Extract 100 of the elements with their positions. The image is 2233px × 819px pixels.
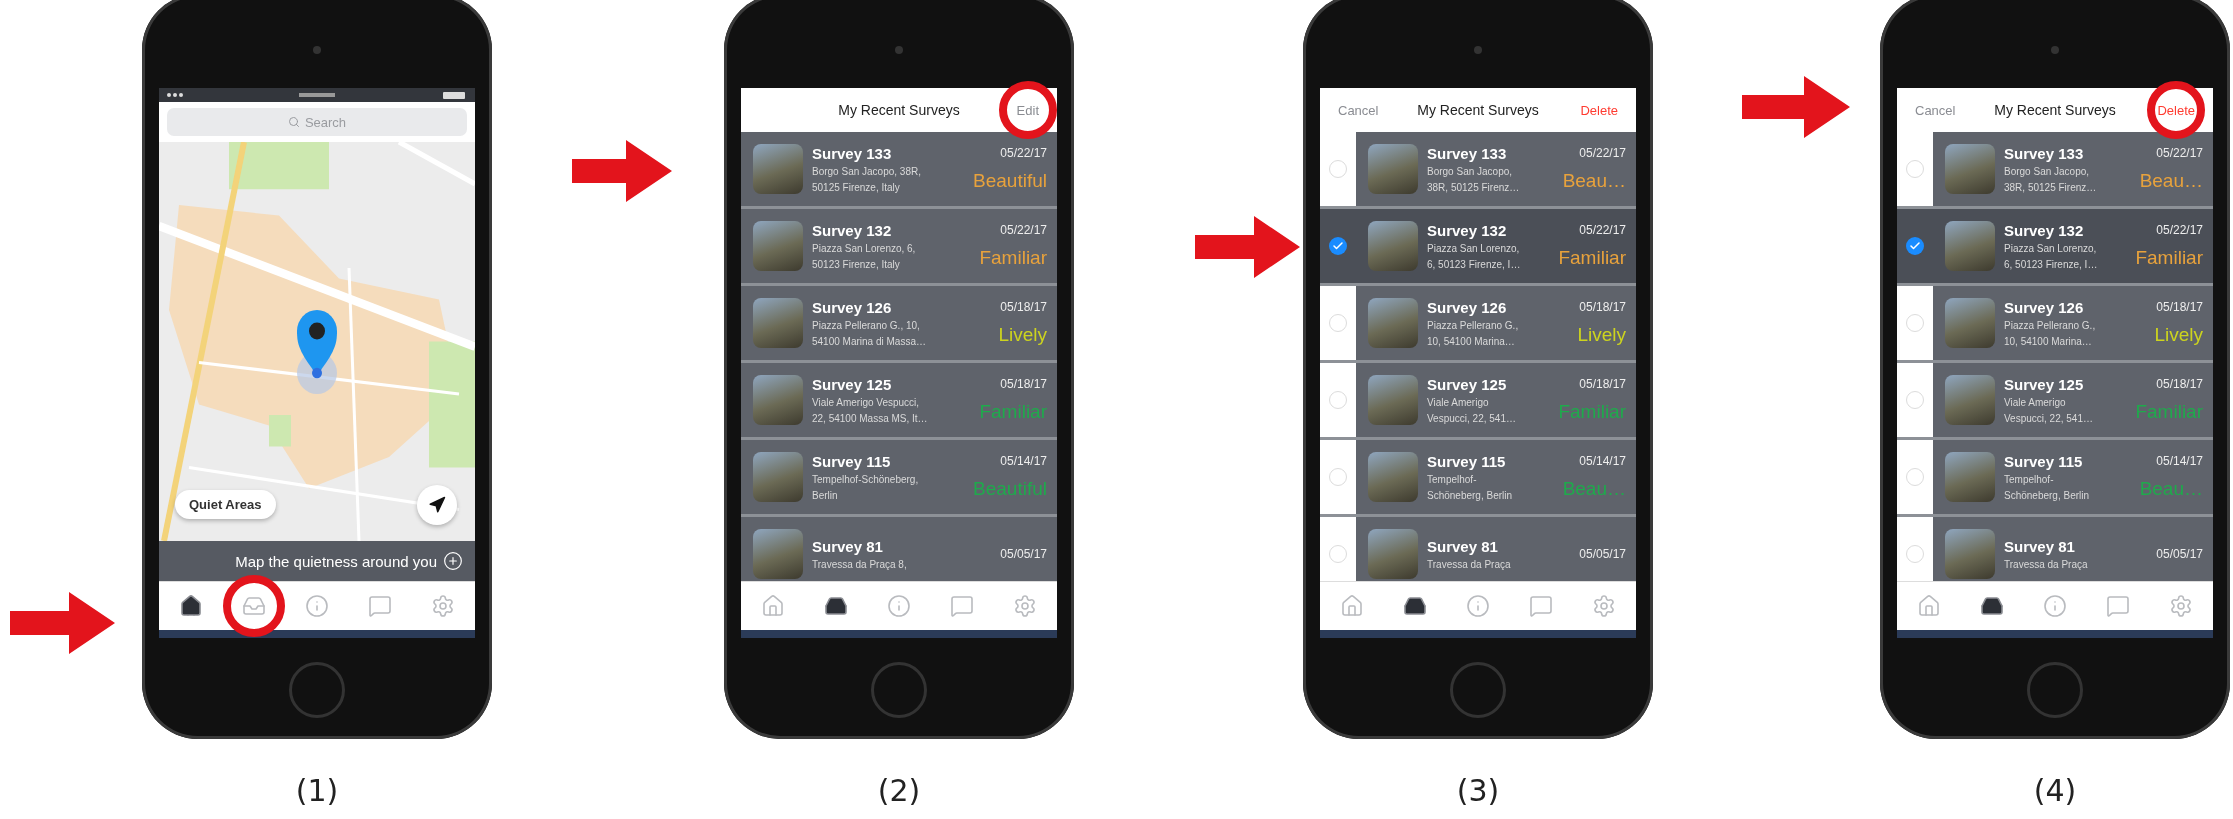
- survey-address: 6, 50123 Firenze, I…: [2004, 257, 2099, 271]
- survey-title: Survey 115: [2004, 452, 2084, 470]
- survey-row[interactable]: Survey 126 Piazza Pellerano G., 10, 54100 Marina… 05/18/17 Lively: [1320, 286, 1636, 363]
- navigation-arrow-icon: [428, 496, 446, 514]
- photo-placeholder: [753, 144, 803, 194]
- photo-placeholder: [1945, 221, 1995, 271]
- survey-address: 38R, 50125 Firenz…: [1427, 180, 1521, 194]
- tray-icon: [1402, 594, 1427, 618]
- photo-placeholder: [1368, 221, 1418, 271]
- photo-placeholder: [753, 452, 803, 502]
- survey-date: 05/05/17: [1579, 547, 1626, 561]
- survey-date: 05/14/17: [2156, 454, 2203, 468]
- survey-title: Survey 126: [812, 298, 893, 316]
- photo-placeholder: [1368, 298, 1418, 348]
- survey-address: Vespucci, 22, 541…: [1427, 411, 1517, 425]
- settings-icon: [431, 594, 456, 618]
- survey-date: 05/22/17: [1000, 223, 1047, 237]
- survey-date: 05/14/17: [1000, 454, 1047, 468]
- edit-button[interactable]: Edit: [1006, 98, 1049, 122]
- home-button[interactable]: [871, 662, 927, 718]
- survey-address: 38R, 50125 Firenz…: [2004, 180, 2098, 194]
- photo-placeholder: [753, 298, 803, 348]
- survey-date: 05/22/17: [2156, 223, 2203, 237]
- survey-date: 05/05/17: [1000, 547, 1047, 561]
- survey-row[interactable]: Survey 132 Piazza San Lorenzo, 6, 50123 Firenze, I… 05/22/17 Familiar: [1897, 209, 2213, 286]
- photo-placeholder: [753, 221, 803, 271]
- phone-camera: [1474, 46, 1482, 54]
- survey-address: Borgo San Jacopo, 38R,: [812, 164, 922, 178]
- select-radio[interactable]: [1906, 237, 1924, 255]
- survey-address: Piazza San Lorenzo,: [1427, 241, 1521, 255]
- survey-date: 05/18/17: [2156, 300, 2203, 314]
- survey-date: 05/22/17: [1579, 146, 1626, 160]
- home-icon: [1916, 594, 1941, 618]
- survey-row[interactable]: Survey 126 Piazza Pellerano G., 10, 54100 Marina… 05/18/17 Lively: [1897, 286, 2213, 363]
- banner-text: Map the quietness around you: [235, 552, 437, 570]
- phone-camera: [313, 46, 321, 54]
- home-icon: [760, 594, 785, 618]
- survey-address: Vespucci, 22, 541…: [2004, 411, 2094, 425]
- figure-caption: (4): [2033, 773, 2077, 808]
- delete-button[interactable]: Delete: [1570, 98, 1628, 122]
- survey-address: Tempelhof-: [1427, 472, 1478, 486]
- survey-address: Travessa da Praça: [1427, 557, 1512, 571]
- photo-placeholder: [1368, 375, 1418, 425]
- tray-icon: [241, 594, 266, 618]
- survey-rating: Lively: [1577, 324, 1626, 346]
- cancel-button[interactable]: Cancel: [1328, 98, 1389, 122]
- survey-rating: Familiar: [1558, 401, 1626, 423]
- survey-date: 05/18/17: [1000, 300, 1047, 314]
- phone-camera: [895, 46, 903, 54]
- figure-caption: (3): [1456, 773, 1500, 808]
- settings-icon: [1013, 594, 1038, 618]
- survey-rating: Beau…: [1562, 478, 1626, 500]
- survey-rating: Beautiful: [973, 170, 1047, 192]
- delete-button[interactable]: Delete: [2147, 98, 2205, 122]
- survey-title: Survey 132: [2004, 221, 2085, 239]
- survey-date: 05/18/17: [2156, 377, 2203, 391]
- survey-title: Survey 115: [812, 452, 892, 470]
- survey-address: 6, 50123 Firenze, I…: [1427, 257, 1522, 271]
- cancel-button[interactable]: Cancel: [1905, 98, 1966, 122]
- search-placeholder: Search: [304, 114, 347, 130]
- survey-title: Survey 133: [2004, 144, 2085, 162]
- survey-row[interactable]: Survey 115 Tempelhof- Schöneberg, Berlin 05/14/17 Beau…: [1320, 440, 1636, 517]
- screen-title: My Recent Surveys: [1994, 102, 2116, 118]
- tray-icon: [823, 594, 848, 618]
- survey-date: 05/22/17: [2156, 146, 2203, 160]
- survey-title: Survey 132: [1427, 221, 1508, 239]
- screen-title: My Recent Surveys: [838, 102, 960, 118]
- survey-row[interactable]: Survey 133 Borgo San Jacopo, 38R, 50125 Firenz… 05/22/17 Beau…: [1320, 132, 1636, 209]
- survey-address: 54100 Marina di Massa…: [812, 334, 927, 348]
- survey-address: Travessa da Praça 8,: [812, 557, 908, 571]
- survey-address: Viale Amerigo: [1427, 395, 1490, 409]
- photo-placeholder: [1945, 144, 1995, 194]
- plus-icon[interactable]: [443, 551, 463, 571]
- survey-title: Survey 115: [1427, 452, 1507, 470]
- home-button[interactable]: [1450, 662, 1506, 718]
- filter-button[interactable]: Quiet Areas: [175, 490, 276, 519]
- search-icon: [287, 116, 300, 128]
- photo-placeholder: [753, 529, 803, 579]
- home-button[interactable]: [2027, 662, 2083, 718]
- check-icon: [1909, 240, 1921, 252]
- survey-address: Tempelhof-: [2004, 472, 2055, 486]
- survey-address: Piazza Pellerano G.,: [1427, 318, 1520, 332]
- survey-address: Viale Amerigo: [2004, 395, 2067, 409]
- survey-row[interactable]: Survey 132 Piazza San Lorenzo, 6, 50123 Firenze, I… 05/22/17 Familiar: [1320, 209, 1636, 286]
- select-radio[interactable]: [1329, 237, 1347, 255]
- home-button[interactable]: [289, 662, 345, 718]
- survey-date: 05/18/17: [1000, 377, 1047, 391]
- screen-title: My Recent Surveys: [1417, 102, 1539, 118]
- survey-title: Survey 81: [1427, 537, 1499, 555]
- tray-icon: [1979, 594, 2004, 618]
- survey-row[interactable]: Survey 125 Viale Amerigo Vespucci, 22, 541… 05/18/17 Familiar: [1897, 363, 2213, 440]
- survey-rating: Beau…: [2139, 478, 2203, 500]
- survey-row[interactable]: Survey 133 Borgo San Jacopo, 38R, 50125 Firenz… 05/22/17 Beau…: [1897, 132, 2213, 209]
- survey-title: Survey 126: [1427, 298, 1508, 316]
- survey-row[interactable]: Survey 125 Viale Amerigo Vespucci, 22, 541… 05/18/17 Familiar: [1320, 363, 1636, 440]
- survey-row[interactable]: Survey 115 Tempelhof- Schöneberg, Berlin 05/14/17 Beau…: [1897, 440, 2213, 517]
- survey-address: Piazza Pellerano G.,: [2004, 318, 2097, 332]
- figure-caption: (2): [877, 773, 921, 808]
- survey-title: Survey 132: [812, 221, 893, 239]
- chat-icon: [950, 594, 975, 618]
